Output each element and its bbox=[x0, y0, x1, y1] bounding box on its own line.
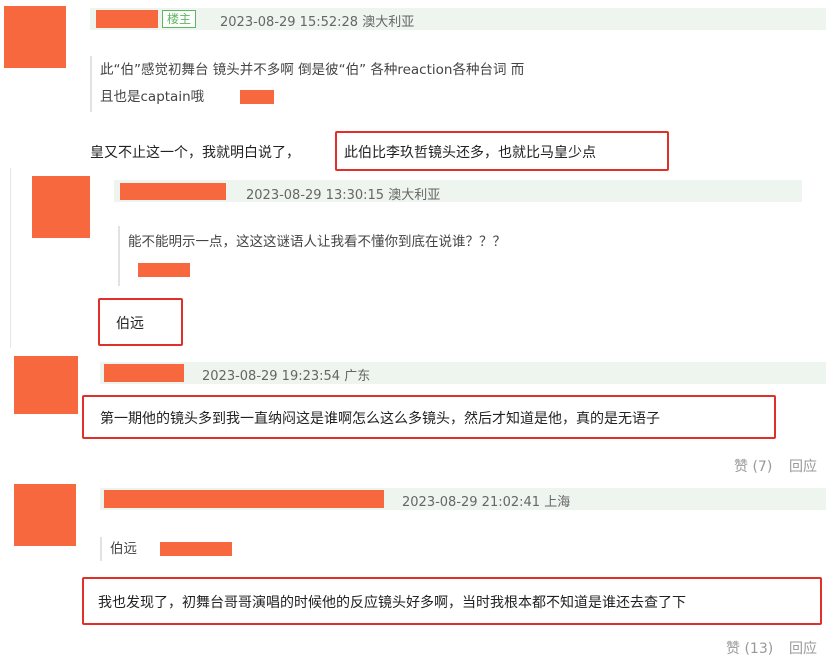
quote-text: 此“伯”感觉初舞台 镜头并不多啊 倒是彼“伯” 各种reaction各种台词 而 bbox=[100, 62, 525, 78]
avatar[interactable] bbox=[4, 6, 66, 68]
comment-body-highlight: 伯远 bbox=[116, 316, 144, 332]
username-redacted[interactable] bbox=[104, 490, 384, 508]
username-redacted[interactable] bbox=[120, 183, 226, 200]
comment-body-highlight: 第一期他的镜头多到我一直纳闷这是谁啊怎么这么多镜头，然后才知道是他，真的是无语子 bbox=[100, 411, 660, 427]
op-badge: 楼主 bbox=[162, 10, 197, 28]
comment-body: 皇又不止这一个，我就明白说了， bbox=[90, 145, 300, 161]
comment-body-highlight: 我也发现了，初舞台哥哥演唱的时候他的反应镜头好多啊，当时我根本都不知道是谁还去查… bbox=[98, 595, 686, 611]
username-redacted bbox=[240, 90, 274, 104]
comment-timestamp: 2023-08-29 19:23:54 广东 bbox=[202, 369, 371, 384]
comment-timestamp: 2023-08-29 15:52:28 澳大利亚 bbox=[220, 15, 415, 30]
quote-text: 能不能明示一点，这这这谜语人让我看不懂你到底在说谁？？？ bbox=[128, 234, 506, 250]
like-button[interactable]: 赞 (7) bbox=[734, 456, 772, 476]
quote-text: 且也是captain哦 bbox=[100, 89, 205, 105]
username-redacted bbox=[160, 542, 232, 556]
avatar[interactable] bbox=[32, 176, 90, 238]
comment-timestamp: 2023-08-29 21:02:41 上海 bbox=[402, 495, 571, 510]
avatar[interactable] bbox=[14, 484, 76, 546]
username-redacted[interactable] bbox=[104, 364, 184, 382]
quote-block bbox=[100, 537, 402, 561]
comment-body-highlight: 此伯比李玖哲镜头还多，也就比马皇少点 bbox=[344, 145, 596, 161]
reply-button[interactable]: 回应 bbox=[789, 638, 817, 658]
username-redacted[interactable] bbox=[96, 10, 158, 28]
comment-timestamp: 2023-08-29 13:30:15 澳大利亚 bbox=[246, 188, 441, 203]
like-button[interactable]: 赞 (13) bbox=[726, 638, 773, 658]
comment-header bbox=[90, 8, 826, 30]
quote-text: 伯远 bbox=[110, 541, 137, 557]
thread-divider bbox=[10, 168, 11, 348]
avatar[interactable] bbox=[14, 356, 78, 414]
reply-button[interactable]: 回应 bbox=[789, 456, 817, 476]
username-redacted bbox=[138, 263, 190, 277]
